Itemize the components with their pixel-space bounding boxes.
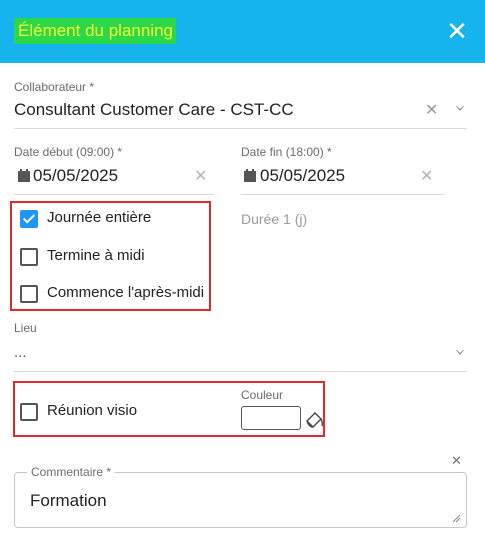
- date-fin-value[interactable]: 05/05/2025: [260, 166, 345, 186]
- collaborateur-underline: [14, 128, 467, 129]
- date-debut-underline: [14, 194, 214, 195]
- collaborateur-label: Collaborateur *: [14, 80, 95, 94]
- lieu-dropdown-icon[interactable]: [456, 350, 464, 355]
- commentaire-textarea[interactable]: Formation: [14, 472, 467, 528]
- collaborateur-clear-icon[interactable]: ✕: [425, 100, 438, 120]
- option-label: Termine à midi: [47, 247, 145, 264]
- resize-handle-icon[interactable]: [452, 514, 461, 523]
- lieu-value[interactable]: ...: [14, 344, 27, 361]
- color-input[interactable]: [241, 406, 301, 430]
- option-label: Journée entière: [47, 209, 152, 226]
- couleur-label: Couleur: [241, 388, 284, 402]
- calendar-icon[interactable]: [244, 169, 256, 182]
- dialog-title: Élément du planning: [14, 18, 177, 44]
- calendar-icon[interactable]: [18, 169, 30, 182]
- lieu-underline: [14, 371, 467, 372]
- close-button[interactable]: ✕: [445, 18, 469, 44]
- checkbox-commence-apres-midi[interactable]: [20, 285, 38, 303]
- collaborateur-dropdown-icon[interactable]: [456, 106, 464, 111]
- duree-text: Durée 1 (j): [241, 211, 308, 227]
- checkbox-termine-a-midi[interactable]: [20, 248, 38, 266]
- option-label: Commence l'après-midi: [47, 284, 205, 301]
- date-fin-underline: [241, 194, 444, 195]
- commentaire-value: Formation: [30, 491, 107, 510]
- dialog-header: Élément du planning ✕: [0, 0, 485, 63]
- date-fin-clear-icon[interactable]: ✕: [420, 166, 433, 186]
- collaborateur-value[interactable]: Consultant Customer Care - CST-CC: [14, 100, 294, 120]
- commentaire-clear-icon[interactable]: ✕: [451, 453, 462, 469]
- checkbox-reunion-visio[interactable]: [20, 403, 38, 421]
- checkbox-journee-entiere[interactable]: [20, 210, 38, 228]
- option-commence-apres-midi[interactable]: Commence l'après-midi: [20, 284, 205, 304]
- commentaire-label: Commentaire *: [27, 465, 116, 479]
- reunion-label: Réunion visio: [47, 402, 138, 419]
- date-fin-label: Date fin (18:00) *: [241, 145, 332, 159]
- date-debut-clear-icon[interactable]: ✕: [194, 166, 207, 186]
- date-debut-value[interactable]: 05/05/2025: [33, 166, 118, 186]
- color-picker-icon[interactable]: [304, 409, 324, 429]
- option-termine-a-midi[interactable]: Termine à midi: [20, 247, 200, 267]
- option-journee-entiere[interactable]: Journée entière: [20, 209, 200, 229]
- option-reunion-visio[interactable]: Réunion visio: [20, 402, 170, 422]
- lieu-label: Lieu: [14, 321, 37, 335]
- date-debut-label: Date début (09:00) *: [14, 145, 123, 159]
